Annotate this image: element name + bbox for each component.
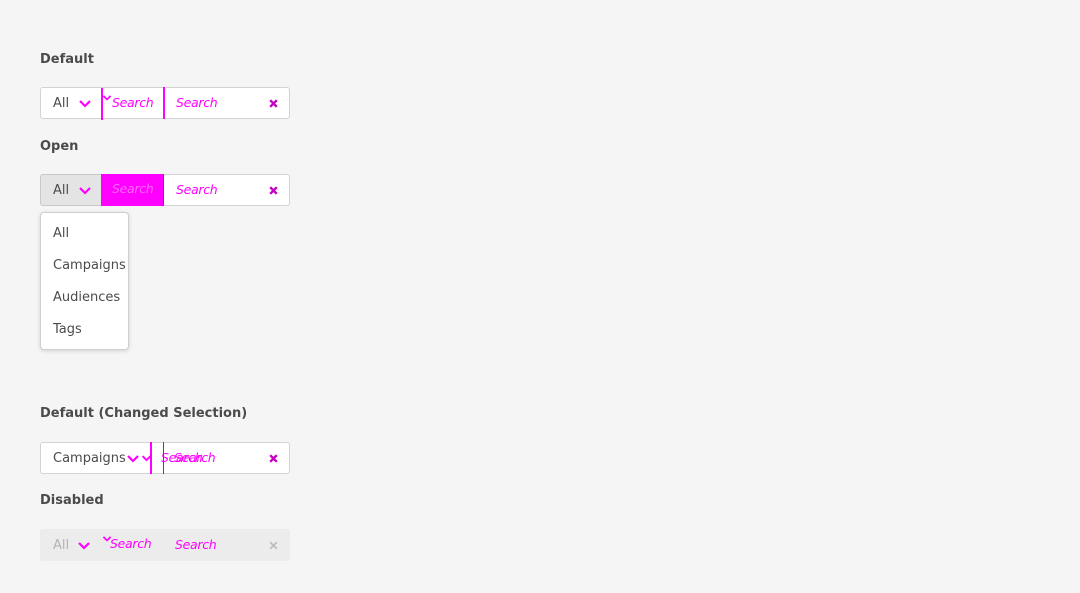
menu-item-campaigns[interactable]: Campaigns bbox=[53, 258, 126, 273]
scope-picker[interactable]: All bbox=[40, 87, 102, 119]
close-icon[interactable] bbox=[268, 185, 279, 196]
search-placeholder: Search bbox=[176, 182, 218, 197]
search-with-picker-default: All Search Search bbox=[40, 87, 290, 120]
picker-search-overlay: Search bbox=[102, 529, 165, 561]
close-icon bbox=[269, 541, 278, 550]
chevron-down-icon bbox=[79, 187, 91, 195]
menu-item-audiences[interactable]: Audiences bbox=[53, 290, 120, 305]
close-icon[interactable] bbox=[268, 453, 279, 464]
search-input[interactable]: Search Search bbox=[152, 442, 290, 474]
picker-value: Campaigns bbox=[53, 451, 126, 466]
search-placeholder: Search bbox=[176, 95, 218, 110]
picker-value: All bbox=[53, 538, 70, 553]
picker-search-overlay: Search bbox=[101, 174, 165, 206]
section-title-open: Open bbox=[40, 139, 79, 154]
search-placeholder: Search bbox=[175, 537, 217, 552]
search-input: Search bbox=[165, 529, 290, 561]
picker-search-text: Search bbox=[112, 181, 154, 196]
scope-menu: All Campaigns Audiences Tags bbox=[40, 212, 129, 350]
chevron-down-icon bbox=[102, 95, 112, 101]
search-placeholder: Search bbox=[174, 450, 216, 465]
section-title-changed: Default (Changed Selection) bbox=[40, 406, 248, 421]
picker-value: All bbox=[53, 183, 70, 198]
search-with-picker-disabled: All Search Search bbox=[40, 529, 290, 561]
picker-search-text: Search bbox=[112, 95, 154, 110]
scope-picker: All bbox=[40, 529, 102, 561]
picker-value: All bbox=[53, 96, 70, 111]
chevron-down-icon bbox=[79, 100, 91, 108]
menu-item-all[interactable]: All bbox=[53, 226, 69, 241]
picker-search-text: Search bbox=[110, 536, 152, 551]
picker-search-overlay: Search bbox=[101, 87, 165, 120]
section-title-default: Default bbox=[40, 52, 94, 67]
scope-picker[interactable]: Campaigns bbox=[40, 442, 152, 474]
section-title-disabled: Disabled bbox=[40, 493, 104, 508]
chevron-down-icon bbox=[127, 455, 139, 463]
search-input[interactable]: Search bbox=[164, 174, 290, 206]
menu-item-tags[interactable]: Tags bbox=[53, 322, 82, 337]
field-focus-bar bbox=[163, 442, 164, 474]
search-input[interactable]: Search bbox=[165, 87, 290, 119]
search-with-picker-changed: Campaigns Search Search bbox=[40, 442, 290, 474]
close-icon[interactable] bbox=[268, 98, 279, 109]
picker-focus-bar bbox=[101, 88, 103, 120]
scope-picker[interactable]: All bbox=[40, 174, 102, 206]
chevron-down-icon bbox=[78, 542, 90, 550]
search-with-picker-open: All Search Search bbox=[40, 174, 290, 206]
